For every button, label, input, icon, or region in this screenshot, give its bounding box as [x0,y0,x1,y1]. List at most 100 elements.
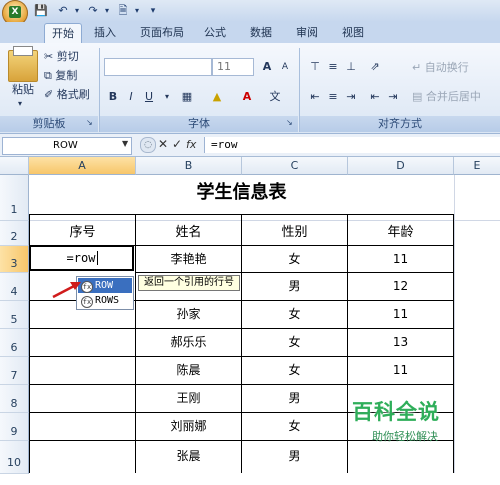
name-box-dropdown-icon[interactable]: ▼ [122,139,128,148]
table-cell[interactable]: 女 [242,413,347,440]
font-size-box[interactable]: 11 [212,58,254,76]
font-name-box[interactable] [104,58,212,76]
grow-font-icon[interactable]: A [258,58,276,76]
table-cell[interactable]: 11 [348,246,453,272]
increase-indent-icon[interactable]: ⇥ [384,88,402,106]
orientation-icon[interactable]: ⇗ [366,58,384,76]
autocomplete-item-row[interactable]: fx ROW [78,278,132,293]
row-header-10[interactable]: 10 [0,441,29,474]
table-cell[interactable]: 女 [242,357,347,384]
table-cell[interactable]: 刘丽娜 [136,413,241,440]
copy-icon: ⧉ [44,69,52,82]
tab-data[interactable]: 数据 [244,23,278,43]
row-header-1[interactable]: 1 [0,175,29,221]
table-cell[interactable]: 女 [242,329,347,356]
table-cell[interactable]: 孙家 [136,301,241,328]
table-cell[interactable]: 男 [242,441,347,471]
undo-dropdown-icon[interactable]: ▾ [70,4,84,18]
wrap-text-button[interactable]: ↵ 自动换行 [412,60,469,76]
header-cell-name[interactable]: 姓名 [136,220,241,245]
print-preview-icon[interactable]: 🗎 [116,4,130,18]
header-cell-age[interactable]: 年龄 [348,220,453,245]
table-cell[interactable]: 郝乐乐 [136,329,241,356]
text-cursor [97,251,98,265]
cancel-icon[interactable]: ✕ [158,137,168,151]
enter-icon[interactable]: ✓ [172,137,182,151]
shrink-font-icon[interactable]: A [276,58,294,76]
formula-input[interactable]: =row [204,137,500,153]
merge-center-button[interactable]: ▤ 合并后居中 [412,89,481,105]
font-launcher-icon[interactable]: ↘ [286,118,293,127]
print-dropdown-icon[interactable]: ▾ [130,4,144,18]
table-cell[interactable]: 女 [242,301,347,328]
bold-button[interactable]: B [104,88,122,106]
align-top-icon[interactable]: ⊤ [306,58,324,76]
decrease-indent-icon[interactable]: ⇤ [366,88,384,106]
tab-home[interactable]: 开始 [44,23,82,44]
underline-button[interactable]: U [140,88,158,106]
table-cell[interactable]: 12 [348,273,453,300]
fill-color-icon[interactable]: ▲ [208,88,226,106]
row-header-5[interactable]: 5 [0,301,29,329]
column-header-c[interactable]: C [242,157,348,175]
borders-icon[interactable]: ▦ [178,88,196,106]
undo-icon[interactable]: ↶ [56,4,70,18]
table-cell[interactable]: 王刚 [136,385,241,412]
row-header-2[interactable]: 2 [0,221,29,246]
paste-dropdown-icon[interactable]: ▾ [18,96,22,112]
column-header-b[interactable]: B [136,157,242,175]
row-header-6[interactable]: 6 [0,329,29,357]
table-cell[interactable]: 陈晨 [136,357,241,384]
format-painter-button[interactable]: ✐ 格式刷 [44,87,90,103]
align-center-icon[interactable]: ≡ [324,88,342,106]
phonetic-icon[interactable]: 文 [266,88,284,106]
name-box[interactable]: ROW [2,137,132,155]
column-header-d[interactable]: D [348,157,454,175]
column-header-a[interactable]: A [29,157,136,175]
autocomplete-item-rows[interactable]: fx ROWS [78,293,132,308]
align-right-icon[interactable]: ⇥ [342,88,360,106]
expand-formula-icon[interactable]: ◌ [140,137,156,153]
table-cell[interactable]: 男 [242,273,347,300]
row-header-9[interactable]: 9 [0,413,29,441]
excel-logo-icon: X [9,6,21,18]
tab-view[interactable]: 视图 [336,23,370,43]
table-cell[interactable]: 11 [348,357,453,384]
paste-label[interactable]: 粘贴 [12,82,34,98]
table-cell[interactable]: 张晨 [136,441,241,471]
header-cell-id[interactable]: 序号 [30,220,135,245]
row-header-3[interactable]: 3 [0,246,29,273]
row-header-4[interactable]: 4 [0,273,29,301]
cut-button[interactable]: ✂ 剪切 [44,49,79,65]
autocomplete-item-label: ROW [95,280,114,291]
italic-button[interactable]: I [122,88,140,106]
redo-icon[interactable]: ↷ [86,4,100,18]
font-color-icon[interactable]: A [238,88,256,106]
header-cell-gender[interactable]: 性别 [242,220,347,245]
align-middle-icon[interactable]: ≡ [324,58,342,76]
table-cell[interactable]: 11 [348,301,453,328]
scissors-icon: ✂ [44,50,54,63]
row-header-7[interactable]: 7 [0,357,29,385]
redo-dropdown-icon[interactable]: ▾ [100,4,114,18]
align-bottom-icon[interactable]: ⊥ [342,58,360,76]
column-header-e[interactable]: E [454,157,500,175]
table-cell[interactable]: 女 [242,246,347,272]
tab-insert[interactable]: 插入 [88,23,122,43]
align-left-icon[interactable]: ⇤ [306,88,324,106]
table-cell[interactable]: 男 [242,385,347,412]
select-all-corner[interactable] [0,157,29,175]
underline-dropdown-icon[interactable]: ▾ [158,88,176,106]
customize-icon[interactable]: ▾ [146,4,160,18]
tab-formulas[interactable]: 公式 [198,23,232,43]
save-icon[interactable]: 💾 [34,4,48,18]
tab-review[interactable]: 审阅 [290,23,324,43]
copy-button[interactable]: ⧉ 复制 [44,68,77,84]
insert-function-icon[interactable]: fx [186,138,196,151]
row-header-8[interactable]: 8 [0,385,29,413]
active-cell-text: =row [66,251,96,265]
tab-page-layout[interactable]: 页面布局 [132,23,192,43]
table-cell[interactable]: 李艳艳 [136,246,241,272]
clipboard-launcher-icon[interactable]: ↘ [86,118,93,127]
table-cell[interactable]: 13 [348,329,453,356]
